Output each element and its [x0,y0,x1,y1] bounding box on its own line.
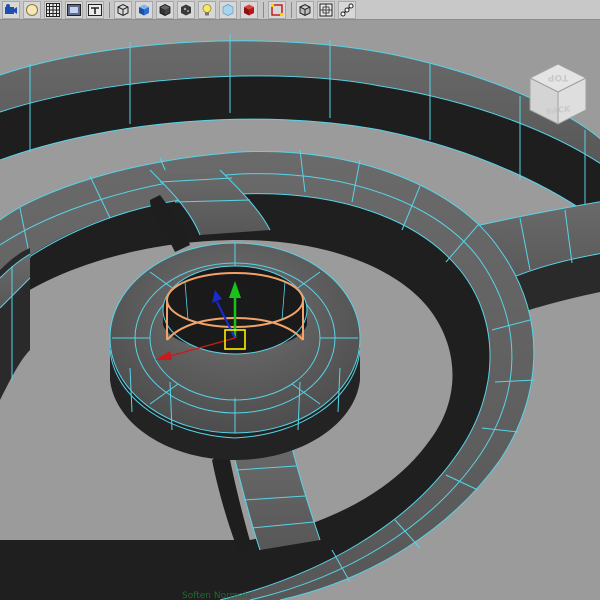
grid-icon[interactable] [44,0,62,19]
toolbar-separator [291,1,292,18]
center-hub [109,242,361,460]
view-cube[interactable]: TOP BACK [522,60,588,130]
resolution-gate-icon[interactable] [86,0,104,19]
smooth-shade-cube-icon[interactable] [135,0,153,19]
isolate-select-icon[interactable] [268,0,286,19]
status-text: Soften Normals [182,591,252,600]
camera-select-icon[interactable] [2,0,20,19]
shadow-cube-icon[interactable] [240,0,258,19]
toolbar-separator [263,1,264,18]
viewport-scene [0,34,600,600]
joints-icon[interactable] [338,0,356,19]
wireframe-cube-icon[interactable] [114,0,132,19]
wire-on-shaded-icon[interactable] [156,0,174,19]
xray-cube-icon[interactable] [219,0,237,19]
film-gate-icon[interactable] [65,0,83,19]
textured-icon[interactable] [177,0,195,19]
view-cube-top-label[interactable]: TOP [547,72,568,82]
toolbar-separator [109,1,110,18]
perspective-viewport[interactable]: TOP BACK [0,20,600,600]
xray-joints-icon[interactable] [317,0,335,19]
backface-cube-icon[interactable] [296,0,314,19]
camera-lock-icon[interactable] [23,0,41,19]
viewport-toolbar [0,0,600,20]
maya-viewport-window: TOP BACK Soften Normals [0,0,600,600]
light-bulb-icon[interactable] [198,0,216,19]
